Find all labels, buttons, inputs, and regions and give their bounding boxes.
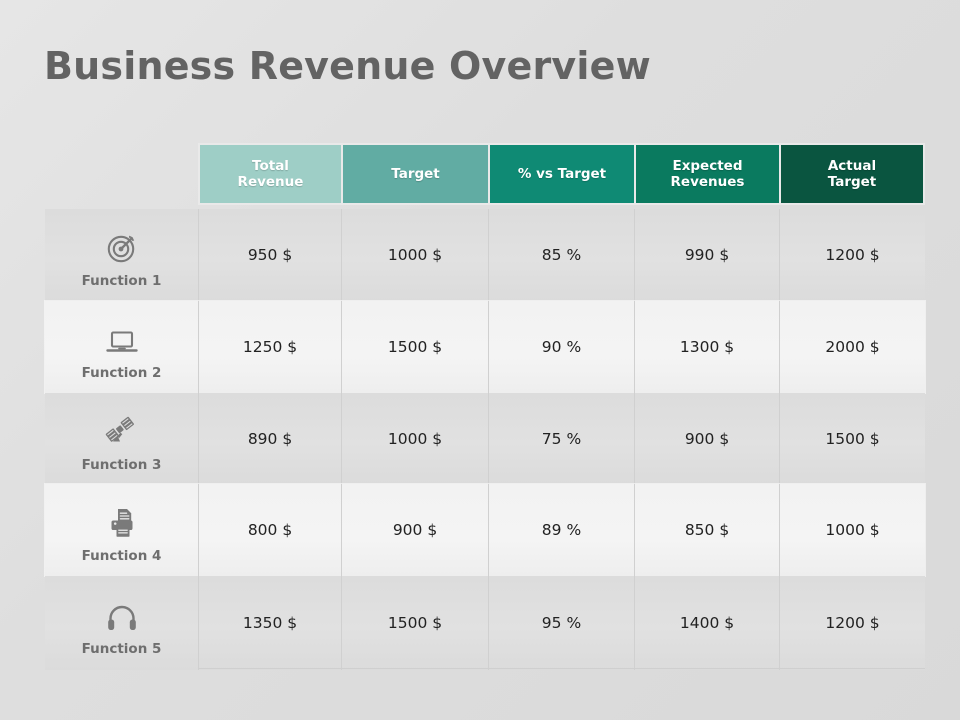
table-row[interactable]: Function 5 1350 $ 1500 $ 95 % 1400 $ 120…	[45, 576, 925, 670]
cell-actual-target: 1000 $	[779, 484, 925, 576]
cell-expected-revenues: 900 $	[634, 393, 779, 484]
row-label: Function 3	[81, 456, 162, 473]
header-line-2: Revenues	[670, 174, 745, 190]
cell-target: 1000 $	[341, 209, 488, 301]
cell-expected-revenues: 1300 $	[634, 301, 779, 393]
cell-pct-vs-target: 95 %	[488, 576, 634, 670]
satellite-icon	[104, 409, 140, 449]
header-line-1: Total	[252, 157, 289, 174]
cell-total-revenue: 890 $	[198, 393, 341, 484]
table-row[interactable]: Function 2 1250 $ 1500 $ 90 % 1300 $ 200…	[45, 301, 925, 393]
header-corner-cell	[45, 143, 198, 205]
row-label-cell[interactable]: Function 1	[45, 209, 198, 301]
column-header-pct-vs-target[interactable]: % vs Target	[488, 143, 634, 205]
column-header-actual-target[interactable]: Actual Target	[779, 143, 925, 205]
cell-total-revenue: 800 $	[198, 484, 341, 576]
cell-total-revenue: 950 $	[198, 209, 341, 301]
header-line-2: Revenue	[237, 174, 304, 190]
cell-target: 1500 $	[341, 301, 488, 393]
page-title: Business Revenue Overview	[44, 44, 651, 88]
cell-target: 900 $	[341, 484, 488, 576]
cell-pct-vs-target: 90 %	[488, 301, 634, 393]
column-header-label: Total Revenue	[238, 158, 304, 191]
row-label-cell[interactable]: Function 3	[45, 393, 198, 484]
table-row[interactable]: Function 1 950 $ 1000 $ 85 % 990 $ 1200 …	[45, 209, 925, 301]
row-label: Function 1	[81, 273, 162, 289]
column-header-total-revenue[interactable]: Total Revenue	[198, 143, 341, 205]
cell-expected-revenues: 990 $	[634, 209, 779, 301]
table-header-row: Total Revenue Target % vs Target Expecte…	[45, 143, 925, 205]
column-header-label: % vs Target	[517, 165, 607, 182]
cell-total-revenue: 1350 $	[198, 576, 341, 670]
table-bottom-divider	[198, 668, 925, 669]
table-row[interactable]: Function 3 890 $ 1000 $ 75 % 900 $ 1500 …	[45, 393, 925, 484]
printer-icon	[104, 500, 140, 540]
cell-total-revenue: 1250 $	[198, 301, 341, 393]
header-line-1: Expected	[672, 157, 743, 174]
cell-expected-revenues: 850 $	[634, 484, 779, 576]
row-label-cell[interactable]: Function 2	[45, 301, 198, 393]
row-label: Function 5	[81, 641, 162, 657]
cell-actual-target: 1200 $	[779, 209, 925, 301]
row-label-cell[interactable]: Function 5	[45, 576, 198, 670]
cell-actual-target: 1500 $	[779, 393, 925, 484]
cell-pct-vs-target: 89 %	[488, 484, 634, 576]
target-icon	[105, 225, 139, 265]
column-header-label: Target	[391, 165, 440, 182]
row-label-cell[interactable]: Function 4	[45, 484, 198, 576]
column-header-label: Expected Revenues	[671, 158, 745, 191]
revenue-table: Total Revenue Target % vs Target Expecte…	[45, 143, 925, 670]
cell-expected-revenues: 1400 $	[634, 576, 779, 670]
column-header-label: Actual Target	[828, 158, 877, 191]
header-line-1: Actual	[827, 157, 877, 174]
cell-pct-vs-target: 85 %	[488, 209, 634, 301]
header-line-2: Target	[827, 174, 877, 190]
cell-actual-target: 2000 $	[779, 301, 925, 393]
cell-target: 1000 $	[341, 393, 488, 484]
column-header-target[interactable]: Target	[341, 143, 488, 205]
row-label: Function 4	[81, 548, 162, 564]
cell-target: 1500 $	[341, 576, 488, 670]
headphones-icon	[104, 593, 140, 633]
row-label: Function 2	[81, 365, 162, 381]
table-row[interactable]: Function 4 800 $ 900 $ 89 % 850 $ 1000 $	[45, 484, 925, 576]
column-header-expected-revenues[interactable]: Expected Revenues	[634, 143, 779, 205]
laptop-icon	[104, 317, 140, 357]
cell-actual-target: 1200 $	[779, 576, 925, 670]
slide-canvas: Business Revenue Overview Total Revenue …	[0, 0, 960, 720]
cell-pct-vs-target: 75 %	[488, 393, 634, 484]
